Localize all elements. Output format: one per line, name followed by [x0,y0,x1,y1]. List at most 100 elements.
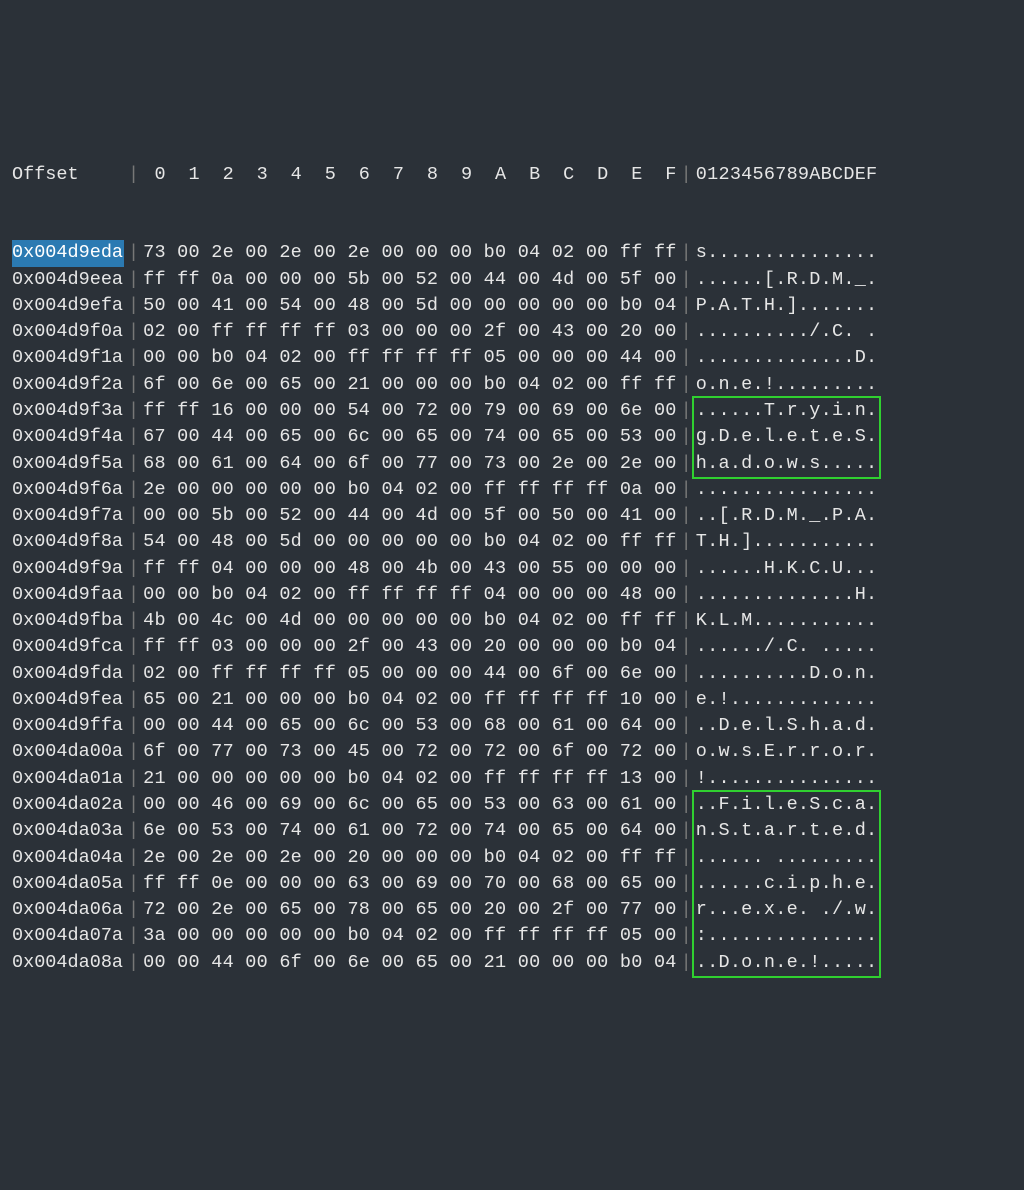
offset-cell[interactable]: 0x004da04a [12,845,124,871]
ascii-cell[interactable]: ......[.R.D.M._. [696,267,878,293]
bytes-cell[interactable]: 02 00 ff ff ff ff 05 00 00 00 44 00 6f 0… [143,661,677,687]
bytes-cell[interactable]: 54 00 48 00 5d 00 00 00 00 00 b0 04 02 0… [143,529,677,555]
hex-row[interactable]: 0x004da01a|21 00 00 00 00 00 b0 04 02 00… [12,766,1016,792]
hex-row[interactable]: 0x004da08a|00 00 44 00 6f 00 6e 00 65 00… [12,950,1016,976]
hex-row[interactable]: 0x004d9f0a|02 00 ff ff ff ff 03 00 00 00… [12,319,1016,345]
hex-row[interactable]: 0x004d9f8a|54 00 48 00 5d 00 00 00 00 00… [12,529,1016,555]
ascii-cell[interactable]: h.a.d.o.w.s..... [696,451,878,477]
ascii-cell[interactable]: ..............H. [696,582,878,608]
offset-cell[interactable]: 0x004d9f4a [12,424,124,450]
ascii-cell[interactable]: e.!............. [696,687,878,713]
bytes-cell[interactable]: 67 00 44 00 65 00 6c 00 65 00 74 00 65 0… [143,424,677,450]
offset-cell[interactable]: 0x004d9eda [12,240,124,266]
offset-cell[interactable]: 0x004d9f0a [12,319,124,345]
hex-row[interactable]: 0x004d9fba|4b 00 4c 00 4d 00 00 00 00 00… [12,608,1016,634]
hex-row[interactable]: 0x004da07a|3a 00 00 00 00 00 b0 04 02 00… [12,923,1016,949]
ascii-cell[interactable]: T.H.]........... [696,529,878,555]
ascii-cell[interactable]: ......T.r.y.i.n. [696,398,878,424]
hex-row[interactable]: 0x004d9f6a|2e 00 00 00 00 00 b0 04 02 00… [12,477,1016,503]
offset-cell[interactable]: 0x004da06a [12,897,124,923]
bytes-cell[interactable]: 2e 00 2e 00 2e 00 20 00 00 00 b0 04 02 0… [143,845,677,871]
hex-row[interactable]: 0x004d9fda|02 00 ff ff ff ff 05 00 00 00… [12,661,1016,687]
hex-row[interactable]: 0x004d9efa|50 00 41 00 54 00 48 00 5d 00… [12,293,1016,319]
ascii-cell[interactable]: ......H.K.C.U... [696,556,878,582]
ascii-cell[interactable]: o.n.e.!......... [696,372,878,398]
bytes-cell[interactable]: 21 00 00 00 00 00 b0 04 02 00 ff ff ff f… [143,766,677,792]
hex-row[interactable]: 0x004d9f3a|ff ff 16 00 00 00 54 00 72 00… [12,398,1016,424]
ascii-cell[interactable]: ..D.e.l.S.h.a.d. [696,713,878,739]
offset-cell[interactable]: 0x004d9eea [12,267,124,293]
hex-row[interactable]: 0x004d9f2a|6f 00 6e 00 65 00 21 00 00 00… [12,372,1016,398]
offset-cell[interactable]: 0x004d9efa [12,293,124,319]
bytes-cell[interactable]: 00 00 46 00 69 00 6c 00 65 00 53 00 63 0… [143,792,677,818]
hex-row[interactable]: 0x004d9f5a|68 00 61 00 64 00 6f 00 77 00… [12,451,1016,477]
bytes-cell[interactable]: 00 00 b0 04 02 00 ff ff ff ff 05 00 00 0… [143,345,677,371]
hex-row[interactable]: 0x004d9f4a|67 00 44 00 65 00 6c 00 65 00… [12,424,1016,450]
ascii-cell[interactable]: ...... ......... [696,845,878,871]
offset-cell[interactable]: 0x004d9f1a [12,345,124,371]
offset-cell[interactable]: 0x004da07a [12,923,124,949]
hex-row[interactable]: 0x004da00a|6f 00 77 00 73 00 45 00 72 00… [12,739,1016,765]
hex-row[interactable]: 0x004d9eea|ff ff 0a 00 00 00 5b 00 52 00… [12,267,1016,293]
ascii-cell[interactable]: P.A.T.H.]....... [696,293,878,319]
ascii-cell[interactable]: ..............D. [696,345,878,371]
hex-row[interactable]: 0x004d9fea|65 00 21 00 00 00 b0 04 02 00… [12,687,1016,713]
ascii-cell[interactable]: s............... [696,240,878,266]
ascii-cell[interactable]: ........../.C. . [696,319,878,345]
offset-cell[interactable]: 0x004d9f8a [12,529,124,555]
offset-cell[interactable]: 0x004d9f6a [12,477,124,503]
offset-cell[interactable]: 0x004da05a [12,871,124,897]
hex-row[interactable]: 0x004da03a|6e 00 53 00 74 00 61 00 72 00… [12,818,1016,844]
bytes-cell[interactable]: 00 00 b0 04 02 00 ff ff ff ff 04 00 00 0… [143,582,677,608]
offset-cell[interactable]: 0x004da02a [12,792,124,818]
offset-cell[interactable]: 0x004d9f5a [12,451,124,477]
ascii-cell[interactable]: ....../.C. ..... [696,634,878,660]
bytes-cell[interactable]: 2e 00 00 00 00 00 b0 04 02 00 ff ff ff f… [143,477,677,503]
ascii-cell[interactable]: o.w.s.E.r.r.o.r. [696,739,878,765]
bytes-cell[interactable]: ff ff 0a 00 00 00 5b 00 52 00 44 00 4d 0… [143,267,677,293]
bytes-cell[interactable]: 4b 00 4c 00 4d 00 00 00 00 00 b0 04 02 0… [143,608,677,634]
bytes-cell[interactable]: 00 00 5b 00 52 00 44 00 4d 00 5f 00 50 0… [143,503,677,529]
hex-row[interactable]: 0x004d9f1a|00 00 b0 04 02 00 ff ff ff ff… [12,345,1016,371]
bytes-cell[interactable]: 6e 00 53 00 74 00 61 00 72 00 74 00 65 0… [143,818,677,844]
hex-row[interactable]: 0x004d9eda|73 00 2e 00 2e 00 2e 00 00 00… [12,240,1016,266]
hex-row[interactable]: 0x004da02a|00 00 46 00 69 00 6c 00 65 00… [12,792,1016,818]
ascii-cell[interactable]: r...e.x.e. ./.w. [696,897,878,923]
hex-row[interactable]: 0x004d9f9a|ff ff 04 00 00 00 48 00 4b 00… [12,556,1016,582]
hex-rows[interactable]: 0x004d9eda|73 00 2e 00 2e 00 2e 00 00 00… [12,240,1016,975]
ascii-cell[interactable]: :............... [696,923,878,949]
offset-cell[interactable]: 0x004d9ffa [12,713,124,739]
bytes-cell[interactable]: 6f 00 6e 00 65 00 21 00 00 00 b0 04 02 0… [143,372,677,398]
offset-cell[interactable]: 0x004da03a [12,818,124,844]
ascii-cell[interactable]: !............... [696,766,878,792]
offset-cell[interactable]: 0x004da08a [12,950,124,976]
offset-cell[interactable]: 0x004d9f3a [12,398,124,424]
offset-cell[interactable]: 0x004d9fea [12,687,124,713]
hex-row[interactable]: 0x004d9faa|00 00 b0 04 02 00 ff ff ff ff… [12,582,1016,608]
hex-row[interactable]: 0x004da06a|72 00 2e 00 65 00 78 00 65 00… [12,897,1016,923]
offset-cell[interactable]: 0x004da01a [12,766,124,792]
bytes-cell[interactable]: 00 00 44 00 65 00 6c 00 53 00 68 00 61 0… [143,713,677,739]
ascii-cell[interactable]: ..........D.o.n. [696,661,878,687]
hex-row[interactable]: 0x004d9f7a|00 00 5b 00 52 00 44 00 4d 00… [12,503,1016,529]
hex-row[interactable]: 0x004d9ffa|00 00 44 00 65 00 6c 00 53 00… [12,713,1016,739]
bytes-cell[interactable]: 50 00 41 00 54 00 48 00 5d 00 00 00 00 0… [143,293,677,319]
offset-cell[interactable]: 0x004d9fda [12,661,124,687]
ascii-cell[interactable]: g.D.e.l.e.t.e.S. [696,424,878,450]
bytes-cell[interactable]: ff ff 04 00 00 00 48 00 4b 00 43 00 55 0… [143,556,677,582]
offset-cell[interactable]: 0x004d9f7a [12,503,124,529]
hex-row[interactable]: 0x004da05a|ff ff 0e 00 00 00 63 00 69 00… [12,871,1016,897]
offset-cell[interactable]: 0x004d9fba [12,608,124,634]
offset-cell[interactable]: 0x004da00a [12,739,124,765]
hex-row[interactable]: 0x004da04a|2e 00 2e 00 2e 00 20 00 00 00… [12,845,1016,871]
ascii-cell[interactable]: ......c.i.p.h.e. [696,871,878,897]
ascii-cell[interactable]: ..F.i.l.e.S.c.a. [696,792,878,818]
bytes-cell[interactable]: 68 00 61 00 64 00 6f 00 77 00 73 00 2e 0… [143,451,677,477]
bytes-cell[interactable]: ff ff 0e 00 00 00 63 00 69 00 70 00 68 0… [143,871,677,897]
offset-cell[interactable]: 0x004d9fca [12,634,124,660]
offset-cell[interactable]: 0x004d9f2a [12,372,124,398]
bytes-cell[interactable]: 02 00 ff ff ff ff 03 00 00 00 2f 00 43 0… [143,319,677,345]
bytes-cell[interactable]: ff ff 16 00 00 00 54 00 72 00 79 00 69 0… [143,398,677,424]
bytes-cell[interactable]: 72 00 2e 00 65 00 78 00 65 00 20 00 2f 0… [143,897,677,923]
ascii-cell[interactable]: n.S.t.a.r.t.e.d. [696,818,878,844]
